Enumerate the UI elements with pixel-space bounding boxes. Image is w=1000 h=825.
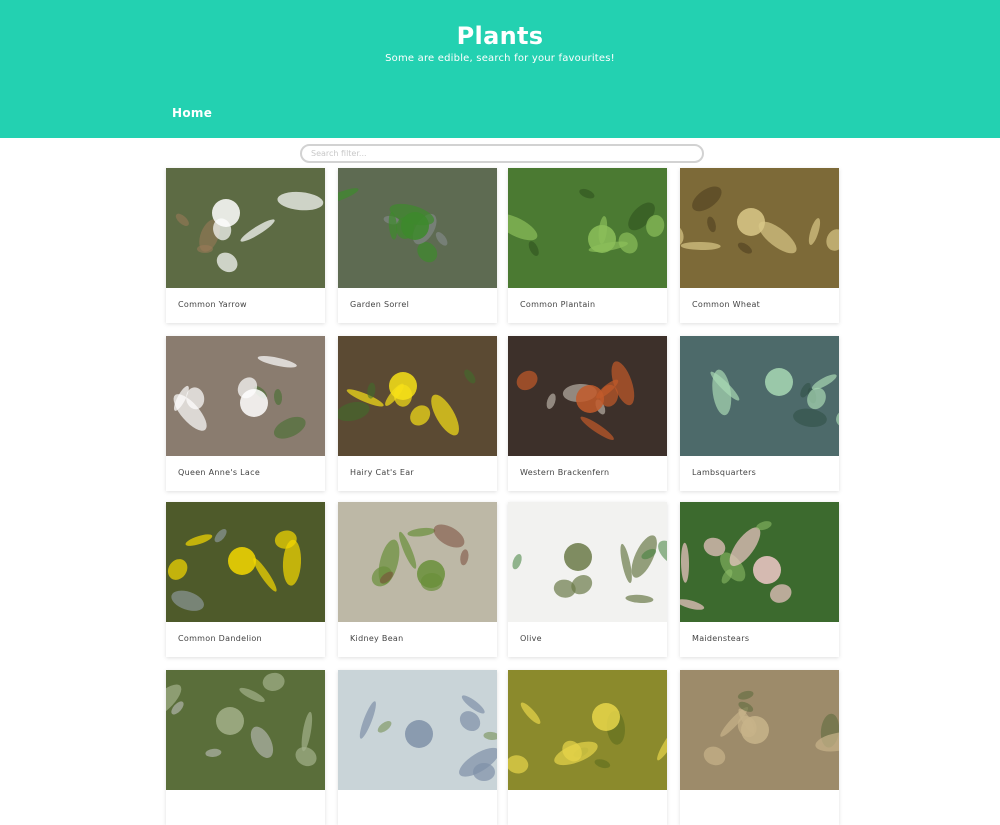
site-header: Plants Some are edible, search for your … bbox=[0, 0, 1000, 138]
plant-photo-image bbox=[680, 502, 839, 622]
plant-name: Lambsquarters bbox=[692, 468, 757, 477]
plant-photo-image bbox=[338, 502, 497, 622]
plant-name: Queen Anne's Lace bbox=[178, 468, 261, 477]
plant-photo bbox=[508, 670, 667, 790]
plant-photo-image bbox=[166, 168, 325, 288]
plant-card[interactable]: Olive bbox=[508, 502, 667, 657]
plant-photo-image bbox=[508, 670, 667, 790]
plant-card[interactable] bbox=[166, 670, 325, 825]
plant-card[interactable] bbox=[338, 670, 497, 825]
plant-name: Hairy Cat's Ear bbox=[350, 468, 414, 477]
plant-photo-image bbox=[508, 502, 667, 622]
plant-name: Kidney Bean bbox=[350, 634, 404, 643]
plant-photo bbox=[508, 336, 667, 456]
plant-card[interactable]: Maidenstears bbox=[680, 502, 839, 657]
plant-photo bbox=[338, 670, 497, 790]
plant-photo bbox=[338, 502, 497, 622]
plant-photo-image bbox=[166, 502, 325, 622]
plant-name: Common Dandelion bbox=[178, 634, 262, 643]
plant-photo bbox=[508, 502, 667, 622]
plant-photo-image bbox=[166, 336, 325, 456]
plant-photo bbox=[166, 336, 325, 456]
plant-name: Common Wheat bbox=[692, 300, 761, 309]
plant-card[interactable]: Common Yarrow bbox=[166, 168, 325, 323]
plant-photo-image bbox=[680, 670, 839, 790]
plant-name: Common Yarrow bbox=[178, 300, 247, 309]
plant-photo bbox=[166, 670, 325, 790]
plant-photo bbox=[680, 168, 839, 288]
nav-home-link[interactable]: Home bbox=[172, 106, 212, 120]
plant-card[interactable] bbox=[680, 670, 839, 825]
plant-card[interactable] bbox=[508, 670, 667, 825]
plant-photo-image bbox=[508, 168, 667, 288]
plant-photo-image bbox=[338, 670, 497, 790]
plant-card[interactable]: Garden Sorrel bbox=[338, 168, 497, 323]
plant-name: Garden Sorrel bbox=[350, 300, 410, 309]
search-filter-input[interactable] bbox=[300, 144, 704, 163]
plant-photo-image bbox=[680, 336, 839, 456]
site-title: Plants bbox=[456, 22, 544, 50]
plant-card[interactable]: Queen Anne's Lace bbox=[166, 336, 325, 491]
plant-name: Common Plantain bbox=[520, 300, 596, 309]
plant-card[interactable]: Common Wheat bbox=[680, 168, 839, 323]
plant-photo-image bbox=[338, 168, 497, 288]
plant-photo bbox=[508, 168, 667, 288]
plant-card[interactable]: Common Dandelion bbox=[166, 502, 325, 657]
plant-card[interactable]: Hairy Cat's Ear bbox=[338, 336, 497, 491]
plant-photo bbox=[338, 336, 497, 456]
plant-photo bbox=[166, 168, 325, 288]
plant-card[interactable]: Lambsquarters bbox=[680, 336, 839, 491]
plant-photo-image bbox=[338, 336, 497, 456]
plant-name: Maidenstears bbox=[692, 634, 750, 643]
plant-photo-image bbox=[680, 168, 839, 288]
plant-card[interactable]: Common Plantain bbox=[508, 168, 667, 323]
plant-photo bbox=[680, 502, 839, 622]
plant-name: Western Brackenfern bbox=[520, 468, 610, 477]
plant-photo-image bbox=[508, 336, 667, 456]
plant-name: Olive bbox=[520, 634, 542, 643]
site-subtitle: Some are edible, search for your favouri… bbox=[385, 53, 615, 64]
plant-card[interactable]: Western Brackenfern bbox=[508, 336, 667, 491]
plant-photo bbox=[680, 670, 839, 790]
plant-photo bbox=[166, 502, 325, 622]
plant-photo-image bbox=[166, 670, 325, 790]
plant-card[interactable]: Kidney Bean bbox=[338, 502, 497, 657]
plant-photo bbox=[338, 168, 497, 288]
plant-photo bbox=[680, 336, 839, 456]
